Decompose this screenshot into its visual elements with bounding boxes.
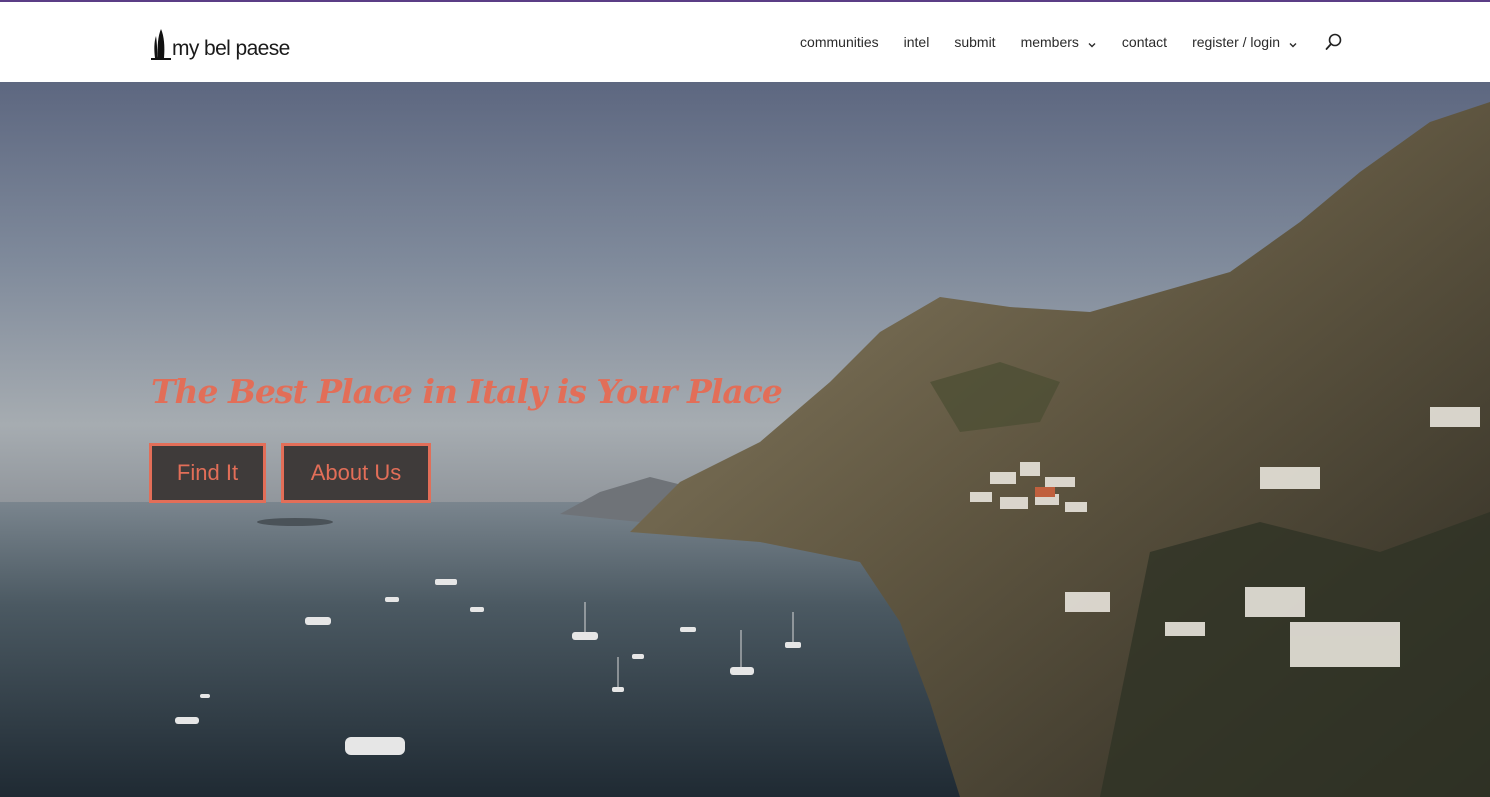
nav-item-members[interactable]: members [1021, 34, 1097, 50]
nav-item-register-login[interactable]: register / login [1192, 34, 1298, 50]
about-us-button[interactable]: About Us [281, 443, 431, 503]
search-icon[interactable] [1324, 32, 1344, 52]
nav-item-communities[interactable]: communities [800, 34, 879, 50]
coastal-village-photo [0, 102, 1490, 797]
main-nav: communities intel submit members contact… [800, 2, 1344, 82]
chevron-down-icon [1087, 37, 1097, 48]
hero-headline: The Best Place in Italy is Your Place [151, 372, 783, 411]
logo-text: my bel paese [172, 37, 290, 60]
chevron-down-icon [1288, 37, 1298, 48]
nav-item-submit[interactable]: submit [954, 34, 995, 50]
nav-item-label: members [1020, 34, 1079, 50]
nav-item-contact[interactable]: contact [1122, 34, 1167, 50]
site-header: my bel paese communities intel submit me… [0, 2, 1490, 82]
nav-item-label: communities [800, 34, 879, 50]
nav-item-label: contact [1121, 34, 1168, 50]
nav-item-label: submit [954, 34, 996, 50]
nav-item-intel[interactable]: intel [904, 34, 930, 50]
cypress-tree-logo-icon [150, 28, 172, 62]
nav-item-label: intel [903, 34, 930, 50]
hero-section: The Best Place in Italy is Your Place Fi… [0, 82, 1490, 797]
site-logo[interactable]: my bel paese [150, 24, 290, 62]
find-it-button[interactable]: Find It [149, 443, 266, 503]
nav-item-label: register / login [1192, 34, 1280, 50]
